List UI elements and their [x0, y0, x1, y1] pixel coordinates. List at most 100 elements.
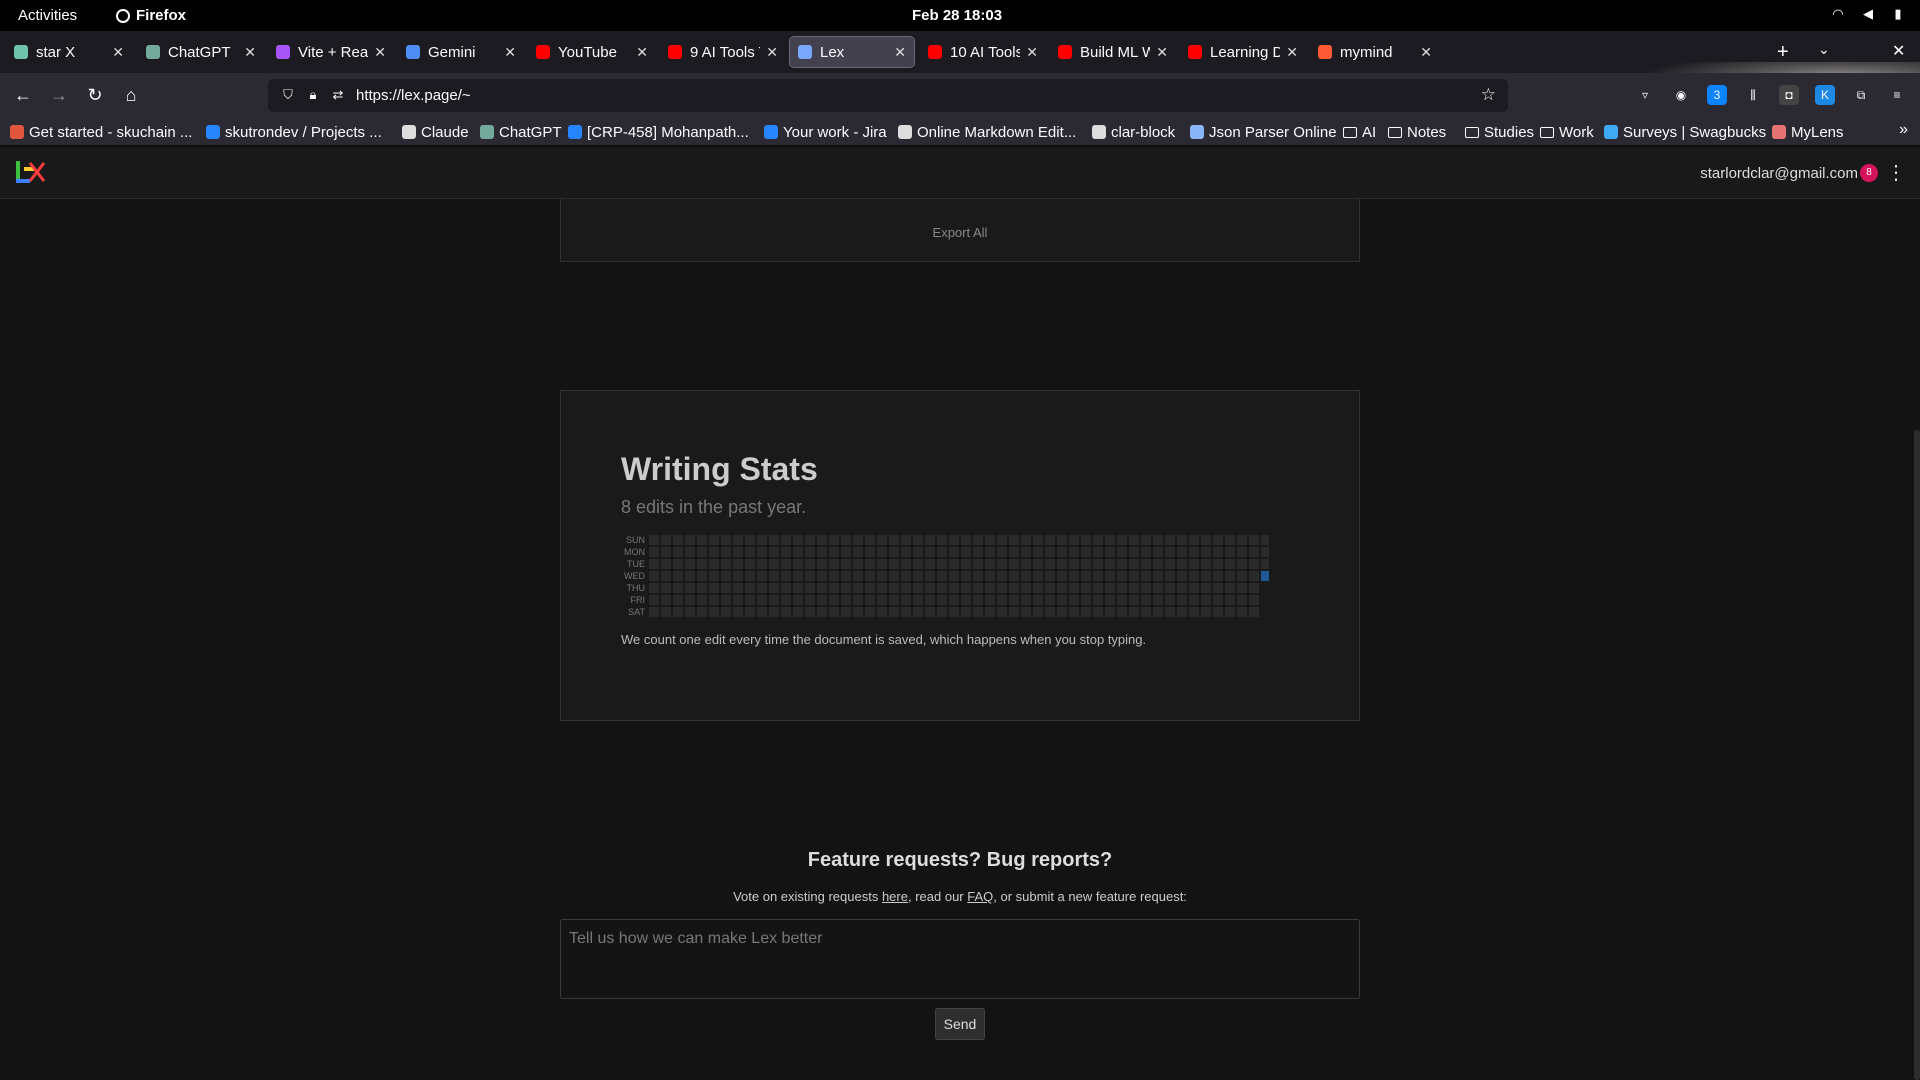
- heatmap-cell[interactable]: [1069, 571, 1079, 581]
- heatmap-cell[interactable]: [985, 583, 995, 593]
- heatmap-cell[interactable]: [769, 583, 779, 593]
- heatmap-cell[interactable]: [841, 607, 851, 617]
- heatmap-cell[interactable]: [1225, 559, 1235, 569]
- url-text[interactable]: https://lex.page/~: [356, 87, 471, 104]
- heatmap-cell[interactable]: [1177, 559, 1187, 569]
- heatmap-cell[interactable]: [721, 547, 731, 557]
- heatmap-cell[interactable]: [721, 559, 731, 569]
- heatmap-cell[interactable]: [1093, 559, 1103, 569]
- heatmap-cell[interactable]: [853, 595, 863, 605]
- heatmap-cell[interactable]: [1153, 583, 1163, 593]
- bookmark-folder[interactable]: Notes: [1388, 122, 1446, 142]
- heatmap-cell[interactable]: [1213, 535, 1223, 545]
- heatmap-cell[interactable]: [1261, 535, 1269, 545]
- tab-4[interactable]: Gemini ✕: [398, 37, 524, 67]
- heatmap-cell[interactable]: [865, 607, 875, 617]
- heatmap-cell[interactable]: [817, 595, 827, 605]
- heatmap-cell[interactable]: [1033, 571, 1043, 581]
- heatmap-cell[interactable]: [1177, 535, 1187, 545]
- bookmark-item[interactable]: skutrondev / Projects ...: [206, 122, 382, 142]
- heatmap-cell[interactable]: [1033, 535, 1043, 545]
- heatmap-cell[interactable]: [1153, 559, 1163, 569]
- heatmap-cell[interactable]: [793, 547, 803, 557]
- heatmap-cell[interactable]: [973, 547, 983, 557]
- heatmap-cell[interactable]: [1033, 607, 1043, 617]
- heatmap-cell[interactable]: [745, 583, 755, 593]
- heatmap-cell[interactable]: [817, 571, 827, 581]
- heatmap-cell[interactable]: [721, 583, 731, 593]
- heatmap-cell[interactable]: [853, 607, 863, 617]
- heatmap-cell[interactable]: [1141, 571, 1151, 581]
- heatmap-cell[interactable]: [1153, 547, 1163, 557]
- user-email[interactable]: starlordclar@gmail.com: [1700, 165, 1858, 182]
- more-options-icon[interactable]: ⋮: [1886, 160, 1906, 185]
- heatmap-cell[interactable]: [1105, 559, 1115, 569]
- heatmap-cell[interactable]: [1057, 547, 1067, 557]
- heatmap-cell[interactable]: [961, 547, 971, 557]
- heatmap-cell[interactable]: [697, 595, 707, 605]
- heatmap-cell[interactable]: [961, 583, 971, 593]
- heatmap-cell[interactable]: [1021, 559, 1031, 569]
- bookmark-item[interactable]: MyLens: [1772, 122, 1844, 142]
- heatmap-cell[interactable]: [793, 595, 803, 605]
- tab-3[interactable]: Vite + React + T ✕: [268, 37, 394, 67]
- heatmap-cell[interactable]: [1105, 607, 1115, 617]
- heatmap-cell[interactable]: [913, 547, 923, 557]
- tab-close-icon[interactable]: ✕: [636, 44, 648, 61]
- heatmap-cell[interactable]: [937, 583, 947, 593]
- heatmap-cell[interactable]: [973, 607, 983, 617]
- notification-badge[interactable]: 8: [1860, 164, 1878, 182]
- tab-7[interactable]: Lex ✕: [789, 36, 915, 68]
- tab-6[interactable]: 9 AI Tools That I ✕: [660, 37, 786, 67]
- heatmap-cell[interactable]: [1117, 595, 1127, 605]
- heatmap-cell[interactable]: [1129, 595, 1139, 605]
- heatmap-cell[interactable]: [1045, 607, 1055, 617]
- heatmap-cell[interactable]: [973, 595, 983, 605]
- heatmap-cell[interactable]: [1225, 583, 1235, 593]
- heatmap-cell[interactable]: [757, 547, 767, 557]
- lex-logo[interactable]: [14, 159, 46, 187]
- heatmap-cell[interactable]: [913, 607, 923, 617]
- heatmap-cell[interactable]: [901, 547, 911, 557]
- heatmap-cell[interactable]: [877, 595, 887, 605]
- heatmap-cell[interactable]: [793, 571, 803, 581]
- heatmap-cell[interactable]: [841, 559, 851, 569]
- heatmap-cell[interactable]: [961, 571, 971, 581]
- heatmap-cell[interactable]: [853, 571, 863, 581]
- heatmap-cell[interactable]: [757, 535, 767, 545]
- heatmap-cell[interactable]: [1189, 607, 1199, 617]
- heatmap-cell[interactable]: [841, 571, 851, 581]
- heatmap-cell[interactable]: [1021, 535, 1031, 545]
- heatmap-cell[interactable]: [649, 571, 659, 581]
- heatmap-cell[interactable]: [901, 559, 911, 569]
- heatmap-cell[interactable]: [901, 535, 911, 545]
- heatmap-cell[interactable]: [1069, 607, 1079, 617]
- bookmark-item[interactable]: Your work - Jira: [764, 122, 887, 142]
- heatmap-cell[interactable]: [661, 535, 671, 545]
- heatmap-cell[interactable]: [661, 571, 671, 581]
- heatmap-cell[interactable]: [733, 595, 743, 605]
- heatmap-cell[interactable]: [1261, 559, 1269, 569]
- account-icon[interactable]: ◉: [1671, 85, 1691, 105]
- heatmap-cell[interactable]: [1105, 571, 1115, 581]
- heatmap-cell[interactable]: [997, 547, 1007, 557]
- heatmap-cell[interactable]: [889, 583, 899, 593]
- heatmap-cell[interactable]: [949, 535, 959, 545]
- heatmap-cell[interactable]: [853, 535, 863, 545]
- heatmap-cell[interactable]: [1057, 583, 1067, 593]
- heatmap-cell[interactable]: [889, 607, 899, 617]
- heatmap-cell[interactable]: [757, 583, 767, 593]
- heatmap-cell[interactable]: [1189, 559, 1199, 569]
- heatmap-cell[interactable]: [901, 595, 911, 605]
- heatmap-cell[interactable]: [1033, 583, 1043, 593]
- new-tab-icon[interactable]: +: [1777, 42, 1789, 62]
- heatmap-cell[interactable]: [673, 607, 683, 617]
- heatmap-cell[interactable]: [829, 547, 839, 557]
- heatmap-cell[interactable]: [1081, 607, 1091, 617]
- heatmap-cell[interactable]: [985, 595, 995, 605]
- heatmap-cell[interactable]: [1009, 583, 1019, 593]
- heatmap-cell[interactable]: [1213, 583, 1223, 593]
- heatmap-cell[interactable]: [853, 559, 863, 569]
- heatmap-cell[interactable]: [709, 559, 719, 569]
- heatmap-cell[interactable]: [805, 583, 815, 593]
